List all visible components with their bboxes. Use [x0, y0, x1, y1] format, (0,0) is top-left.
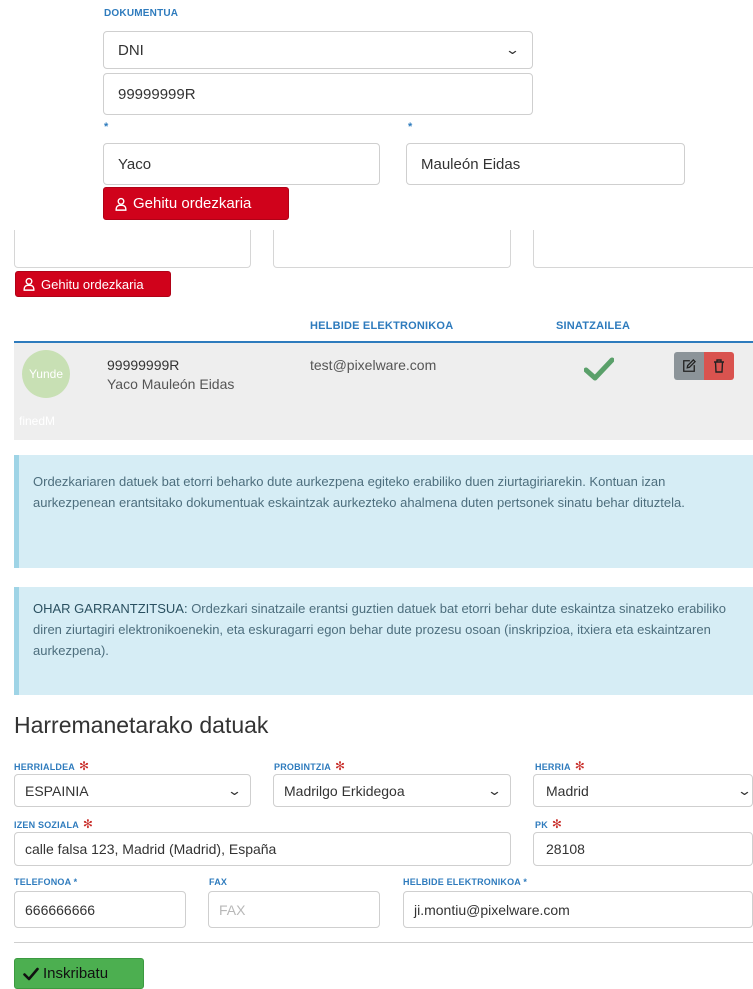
chevron-down-icon: ⌄	[504, 42, 521, 57]
address-value: calle falsa 123, Madrid (Madrid), España	[25, 841, 277, 857]
user-icon	[115, 197, 127, 211]
zip-value: 28108	[546, 841, 585, 857]
phone-label: TELEFONOA *	[14, 877, 78, 887]
add-representative-label: Gehitu ordezkaria	[133, 195, 252, 212]
document-type-select[interactable]: DNI ⌄	[103, 31, 533, 69]
info-alert-text: Ordezkariaren datuek bat etorri beharko …	[33, 474, 685, 510]
last-name-label: *	[408, 121, 413, 133]
avatar: Yunde	[22, 350, 70, 398]
province-label: PROBINTZIA ✻	[274, 759, 345, 773]
address-input[interactable]: calle falsa 123, Madrid (Madrid), España	[14, 832, 511, 866]
important-alert: OHAR GARRANTZITSUA: Ordezkari sinatzaile…	[14, 587, 753, 695]
fax-placeholder: FAX	[219, 901, 246, 918]
important-alert-lead: OHAR GARRANTZITSUA:	[33, 601, 188, 616]
country-label-text: HERRIALDEA	[14, 762, 76, 772]
background-input-3	[533, 230, 753, 268]
phone-input[interactable]: 666666666	[14, 891, 186, 928]
first-name-label: *	[104, 121, 109, 133]
trash-icon	[714, 359, 724, 373]
column-header-signer: SINATZAILEA	[556, 320, 631, 332]
rep-name: Yaco Mauleón Eidas	[107, 376, 235, 392]
last-name-value: Mauleón Eidas	[421, 155, 521, 173]
phone-value: 666666666	[25, 901, 96, 918]
add-representative-button-secondary[interactable]: Gehitu ordezkaria	[15, 271, 171, 297]
zip-label-text: PK	[535, 820, 548, 830]
avatar-subtext: finedM	[19, 414, 56, 428]
edit-icon	[683, 359, 696, 372]
zip-input[interactable]: 28108	[533, 832, 753, 866]
address-label-text: IZEN SOZIALA	[14, 820, 79, 830]
register-button[interactable]: Inskribatu	[14, 958, 144, 989]
document-label: DOKUMENTUA	[104, 8, 179, 19]
first-name-value: Yaco	[118, 155, 152, 173]
info-alert: Ordezkariaren datuek bat etorri beharko …	[14, 455, 753, 568]
chevron-down-icon: ⌄	[226, 782, 243, 798]
background-input-2	[273, 230, 511, 268]
town-label-text: HERRIA	[535, 762, 571, 772]
add-representative-label: Gehitu ordezkaria	[41, 276, 144, 292]
chevron-down-icon: ⌄	[486, 782, 503, 798]
last-name-input[interactable]: Mauleón Eidas	[406, 143, 685, 185]
rep-email: test@pixelware.com	[310, 357, 437, 373]
contact-section-title: Harremanetarako datuak	[14, 712, 269, 738]
fax-input[interactable]: FAX	[208, 891, 380, 928]
town-label: HERRIA ✻	[535, 759, 585, 773]
table-row: Yunde finedM 99999999R Yaco Mauleón Eida…	[14, 343, 753, 440]
town-value: Madrid	[546, 782, 589, 799]
delete-button[interactable]	[704, 352, 734, 380]
rep-id: 99999999R	[107, 357, 180, 373]
province-select[interactable]: Madrilgo Erkidegoa ⌄	[273, 774, 511, 807]
document-number-value: 99999999R	[118, 85, 196, 103]
required-asterisk-icon: ✻	[82, 817, 94, 831]
column-header-email: HELBIDE ELEKTRONIKOA	[310, 320, 454, 332]
address-label: IZEN SOZIALA ✻	[14, 817, 93, 831]
email-input[interactable]: ji.montiu@pixelware.com	[403, 891, 753, 928]
email-label: HELBIDE ELEKTRONIKOA *	[403, 877, 528, 887]
document-number-input[interactable]: 99999999R	[103, 73, 533, 115]
checkmark-icon	[584, 357, 614, 381]
user-icon	[23, 277, 35, 291]
chevron-down-icon: ⌄	[736, 782, 753, 798]
country-label: HERRIALDEA ✻	[14, 759, 89, 773]
checkmark-icon	[23, 967, 39, 980]
edit-button[interactable]	[674, 352, 704, 380]
town-select[interactable]: Madrid ⌄	[533, 774, 753, 807]
background-input-1	[14, 230, 251, 268]
form-divider	[14, 942, 753, 943]
province-value: Madrilgo Erkidegoa	[284, 782, 405, 799]
add-representative-button[interactable]: Gehitu ordezkaria	[103, 187, 289, 220]
country-select[interactable]: ESPAINIA ⌄	[14, 774, 251, 807]
email-value: ji.montiu@pixelware.com	[414, 901, 570, 918]
avatar-text: Yunde	[28, 367, 64, 381]
first-name-input[interactable]: Yaco	[103, 143, 380, 185]
document-type-value: DNI	[118, 41, 144, 59]
required-asterisk-icon: ✻	[574, 759, 585, 773]
register-button-label: Inskribatu	[43, 965, 109, 982]
required-asterisk-icon: ✻	[551, 817, 563, 831]
zip-label: PK ✻	[535, 817, 562, 831]
required-asterisk-icon: ✻	[335, 759, 346, 773]
province-label-text: PROBINTZIA	[274, 762, 331, 772]
required-asterisk-icon: ✻	[79, 759, 90, 773]
fax-label: FAX	[209, 877, 228, 887]
country-value: ESPAINIA	[25, 782, 89, 799]
